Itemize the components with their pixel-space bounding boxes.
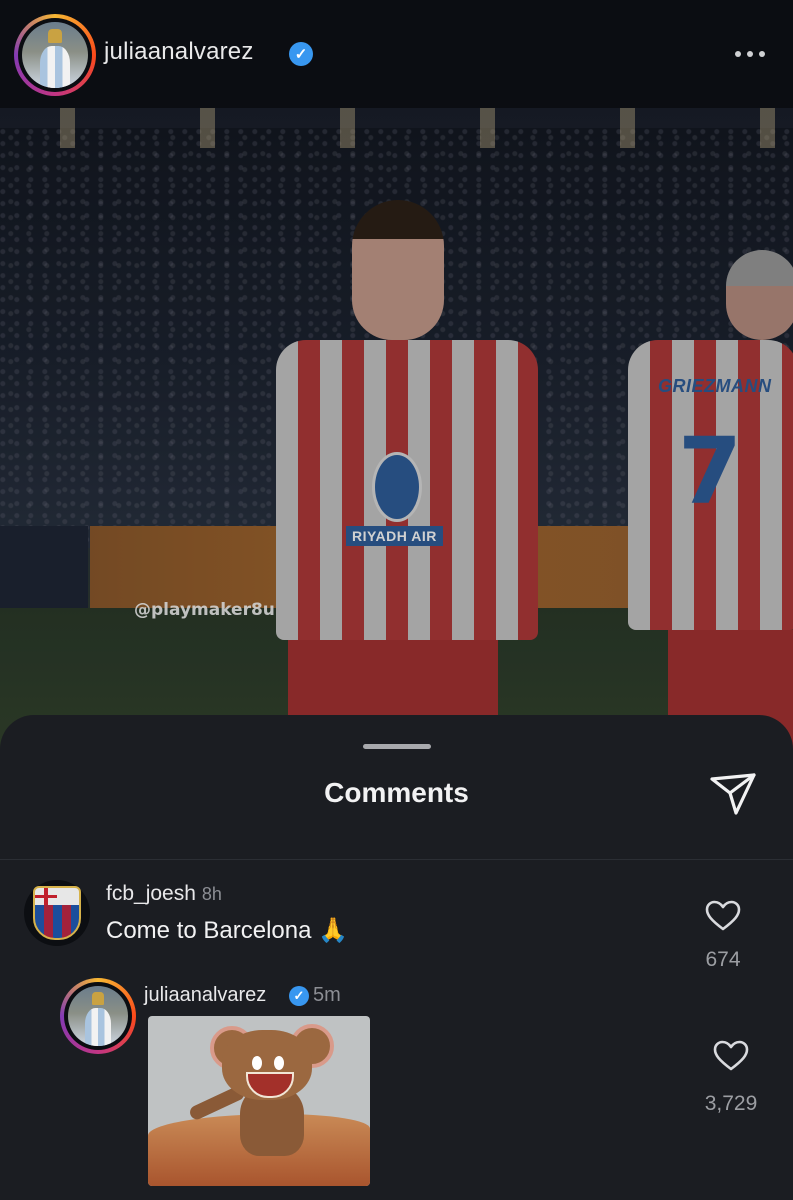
gif-eye-right <box>274 1056 284 1070</box>
comment-username[interactable]: fcb_joesh <box>106 882 196 905</box>
avatar-image <box>22 22 88 88</box>
sheet-divider <box>0 859 793 860</box>
heart-icon[interactable] <box>713 1040 749 1072</box>
post-username[interactable]: juliaanalvarez <box>104 38 254 66</box>
reply-like-count: 3,729 <box>704 1092 758 1115</box>
photo-dim-overlay <box>0 108 793 758</box>
comment-username-line: fcb_joesh 8h <box>106 882 222 906</box>
reply-avatar[interactable] <box>60 978 136 1054</box>
profile-avatar[interactable] <box>14 14 96 96</box>
comments-sheet: Comments <box>0 715 793 1200</box>
comment-avatar[interactable] <box>24 880 90 946</box>
comment-like-count: 674 <box>705 948 741 971</box>
heart-icon[interactable] <box>705 900 741 932</box>
comment-text: Come to Barcelona 🙏 <box>106 917 348 944</box>
gif-eye-left <box>252 1056 262 1070</box>
reply-time: 5m <box>313 984 341 1006</box>
fc-barcelona-crest-icon <box>33 886 81 940</box>
reply-avatar-image <box>68 986 128 1046</box>
comments-title: Comments <box>324 777 469 808</box>
reply-username[interactable]: juliaanalvarez <box>144 984 266 1007</box>
post-image[interactable]: RIYADH AIR GRIEZMANN 7 @playmaker8u <box>0 108 793 758</box>
sheet-drag-handle[interactable] <box>363 744 431 749</box>
verified-badge-icon: ✓ <box>289 986 309 1006</box>
more-options-icon[interactable] <box>730 44 770 64</box>
verified-badge-icon: ✓ <box>289 42 313 66</box>
send-icon[interactable] <box>708 771 758 817</box>
post-header: juliaanalvarez ✓ <box>0 0 793 108</box>
comment-time: 8h <box>201 884 222 904</box>
reply-gif[interactable] <box>148 1016 370 1186</box>
